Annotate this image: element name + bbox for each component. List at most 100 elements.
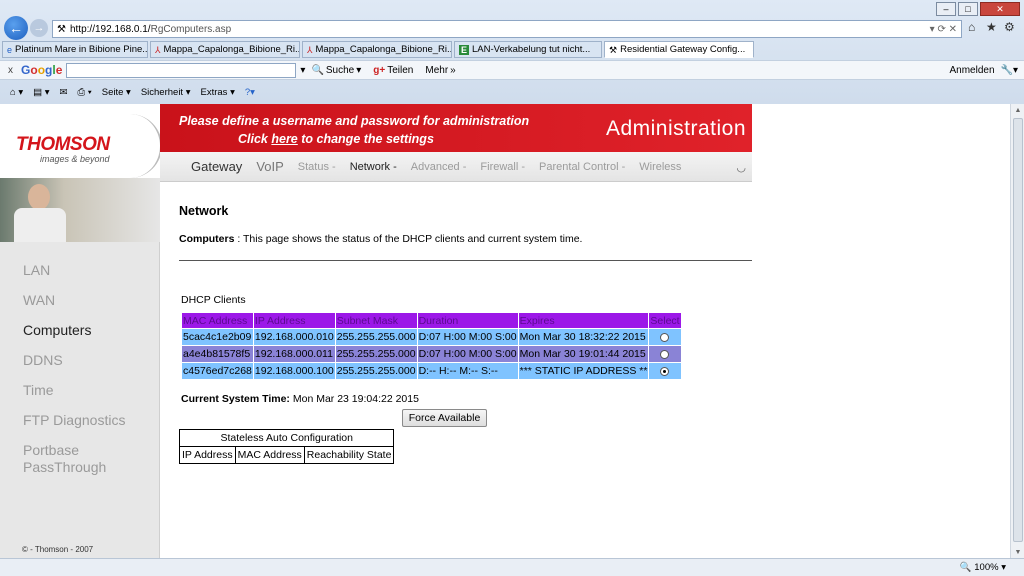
admin-banner: Please define a username and password fo…	[160, 104, 752, 152]
router-icon: ⚒	[57, 23, 66, 35]
mail-icon[interactable]: ✉	[60, 87, 68, 98]
scroll-down-icon[interactable]: ▼	[1011, 546, 1024, 558]
tab-lan-verkabelung[interactable]: E LAN-Verkabelung tut nicht...	[454, 41, 602, 58]
cell-select	[649, 363, 681, 379]
window-controls: – □ ✕	[936, 2, 1020, 16]
zoom-icon: 🔍	[959, 562, 972, 573]
close-toolbar-icon[interactable]: x	[8, 65, 13, 76]
cell-expires: *** STATIC IP ADDRESS **	[518, 363, 649, 379]
cell-duration: D:07 H:00 M:00 S:00	[417, 329, 518, 345]
url-path: RgComputers.asp	[150, 23, 232, 35]
system-time: Current System Time: Mon Mar 23 19:04:22…	[181, 393, 419, 405]
cell-select	[649, 346, 681, 362]
tab-platinum-mare[interactable]: e Platinum Mare in Bibione Pine...	[2, 41, 148, 58]
nav-voip[interactable]: VoIP	[256, 159, 283, 174]
sidebar-item-ddns[interactable]: DDNS	[23, 352, 125, 382]
address-bar[interactable]: ⚒ http://192.168.0.1/ RgComputers.asp ▾ …	[52, 20, 962, 38]
person-photo	[0, 178, 160, 242]
url-host: http://192.168.0.1/	[69, 23, 151, 35]
nav-status[interactable]: Status -	[298, 161, 336, 173]
vertical-scrollbar[interactable]: ▲ ▼	[1010, 104, 1024, 558]
sac-col-mac: MAC Address	[234, 446, 305, 464]
left-sidebar: THOMSON images & beyond LAN WAN Computer…	[0, 104, 162, 558]
cell-mask: 255.255.255.000	[335, 346, 417, 362]
arrow-right-icon: →	[33, 22, 45, 34]
dhcp-clients-table: MAC Address IP Address Subnet Mask Durat…	[181, 312, 682, 380]
ie-icon: e	[7, 44, 13, 55]
wrench-icon[interactable]: 🔧▾	[1001, 65, 1018, 76]
maximize-button[interactable]: □	[958, 2, 978, 16]
forward-button[interactable]: →	[30, 19, 48, 37]
scroll-thumb[interactable]	[1013, 118, 1023, 542]
tab-label: Platinum Mare in Bibione Pine...	[15, 44, 148, 55]
chevron-down-icon[interactable]: ▾	[300, 65, 305, 76]
google-search-input[interactable]	[66, 62, 297, 78]
status-bar: 🔍 100% ▾	[0, 558, 1024, 576]
arrow-left-icon: ←	[9, 20, 23, 36]
cell-mac: 5cac4c1e2b09	[182, 329, 253, 345]
close-window-button[interactable]: ✕	[980, 2, 1020, 16]
share-button[interactable]: g+ Teilen	[373, 65, 413, 76]
pdf-icon: ⅄	[155, 44, 161, 55]
cell-mac: a4e4b81578f5	[182, 346, 253, 362]
feeds-icon[interactable]: ▤ ▾	[33, 87, 49, 98]
search-button[interactable]: 🔍 Suche ▾	[311, 65, 361, 76]
force-available-button[interactable]: Force Available	[402, 409, 487, 427]
banner-instruction: Click here to change the settings	[238, 132, 434, 146]
nav-parental-control[interactable]: Parental Control -	[539, 161, 625, 173]
page-description: Computers : This page shows the status o…	[179, 233, 583, 245]
col-duration: Duration	[417, 313, 518, 328]
sidebar-item-lan[interactable]: LAN	[23, 262, 125, 292]
nav-firewall[interactable]: Firewall -	[480, 161, 525, 173]
home-icon[interactable]: ⌂	[968, 20, 975, 34]
sidebar-item-ftp-diagnostics[interactable]: FTP Diagnostics	[23, 412, 125, 442]
loading-spinner-icon: ◡	[736, 162, 746, 174]
scroll-up-icon[interactable]: ▲	[1011, 104, 1024, 116]
favorites-star-icon[interactable]: ★	[986, 20, 997, 34]
nav-advanced[interactable]: Advanced -	[411, 161, 467, 173]
select-radio[interactable]	[660, 366, 670, 376]
nav-network[interactable]: Network -	[350, 161, 397, 173]
nav-gateway[interactable]: Gateway	[191, 159, 242, 174]
more-button[interactable]: Mehr»	[425, 65, 455, 76]
select-radio[interactable]	[660, 332, 670, 342]
sidebar-item-computers[interactable]: Computers	[23, 322, 125, 352]
minimize-button[interactable]: –	[936, 2, 956, 16]
select-radio[interactable]	[660, 349, 670, 359]
print-icon[interactable]: ⎙ ▾	[78, 87, 92, 98]
page-title: Network	[179, 204, 229, 218]
dhcp-clients-title: DHCP Clients	[181, 294, 246, 306]
tab-label: Residential Gateway Config...	[620, 44, 746, 55]
sidebar-item-time[interactable]: Time	[23, 382, 125, 412]
help-icon[interactable]: ?▾	[245, 87, 255, 98]
google-toolbar: x Google ▾ 🔍 Suche ▾ g+ Teilen Mehr» Anmeld…	[0, 60, 1024, 80]
col-mac: MAC Address	[182, 313, 253, 328]
tab-strip: e Platinum Mare in Bibione Pine... ⅄ Map…	[0, 41, 1024, 59]
menu-extras[interactable]: Extras ▾	[201, 87, 235, 98]
tab-close-icon[interactable]: ×	[752, 44, 753, 55]
google-logo: Google	[21, 63, 63, 77]
table-row: 5cac4c1e2b09 192.168.000.010 255.255.255…	[182, 329, 681, 345]
tab-residential-gateway[interactable]: ⚒ Residential Gateway Config... ×	[604, 41, 754, 58]
sac-col-ip: IP Address	[179, 446, 236, 464]
home-icon[interactable]: ⌂ ▾	[10, 87, 23, 98]
gear-icon[interactable]: ⚙	[1004, 20, 1015, 34]
copyright: © - Thomson - 2007	[22, 545, 94, 554]
signin-link[interactable]: Anmelden	[949, 65, 994, 76]
zoom-level[interactable]: 🔍 100% ▾	[960, 562, 1006, 573]
sidebar-item-passthrough[interactable]: PassThrough	[23, 459, 125, 489]
here-link[interactable]: here	[271, 132, 297, 146]
sidebar-item-wan[interactable]: WAN	[23, 292, 125, 322]
back-button[interactable]: ←	[4, 16, 28, 40]
menu-seite[interactable]: Seite ▾	[102, 87, 131, 98]
banner-warning: Please define a username and password fo…	[179, 114, 530, 128]
tab-mappa-2[interactable]: ⅄ Mappa_Capalonga_Bibione_Ri...	[302, 41, 452, 58]
sac-col-reachability: Reachability State	[303, 446, 395, 464]
tab-mappa-1[interactable]: ⅄ Mappa_Capalonga_Bibione_Ri...	[150, 41, 300, 58]
menu-sicherheit[interactable]: Sicherheit ▾	[141, 87, 191, 98]
table-row: a4e4b81578f5 192.168.000.011 255.255.255…	[182, 346, 681, 362]
sidebar-item-portbase[interactable]: Portbase	[23, 442, 125, 459]
refresh-icon[interactable]: ▾ ⟳ ✕	[930, 24, 957, 35]
nav-wireless[interactable]: Wireless	[639, 161, 681, 173]
excel-icon: E	[459, 44, 469, 55]
